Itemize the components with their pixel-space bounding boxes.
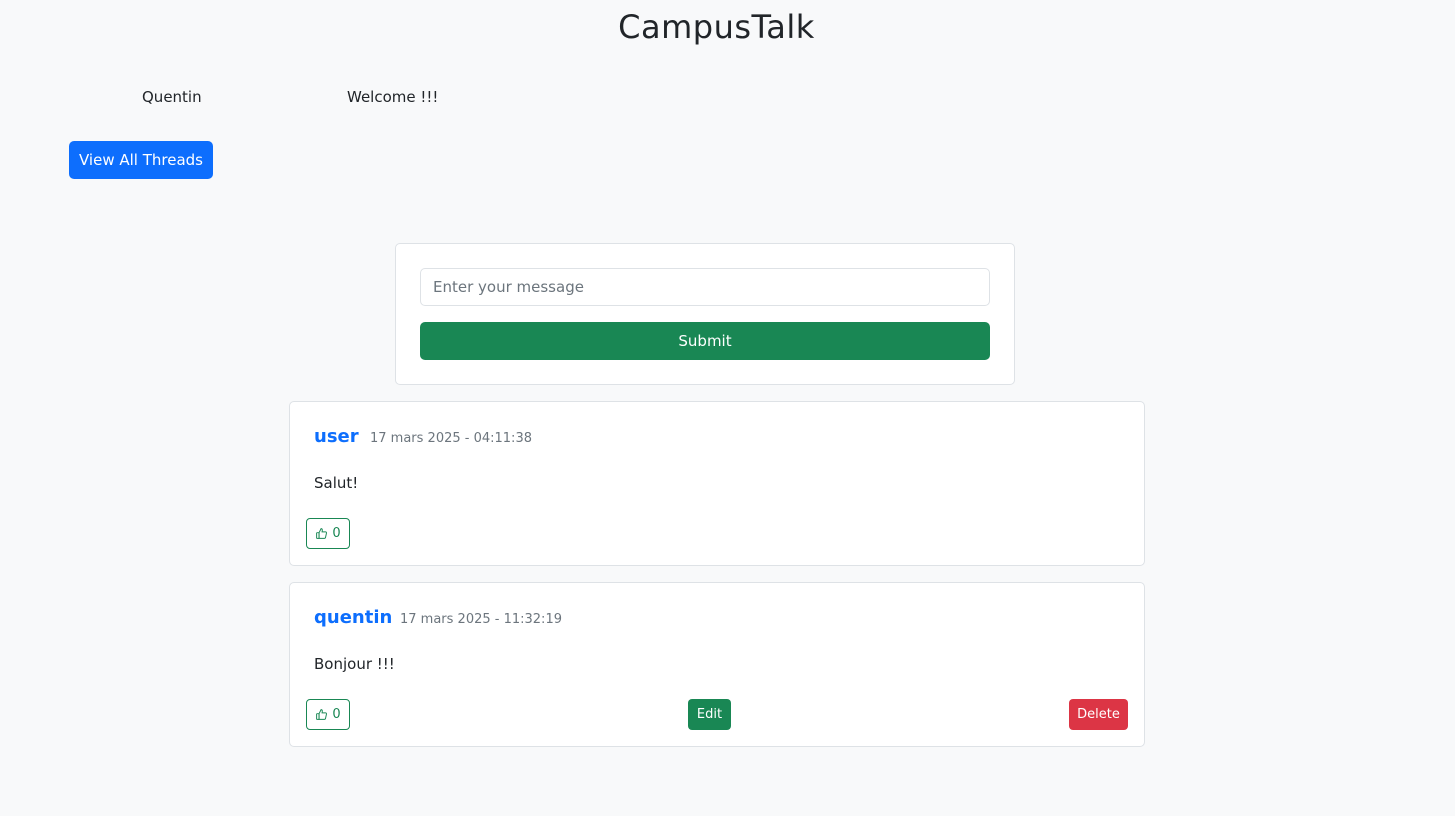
view-all-threads-button[interactable]: View All Threads xyxy=(69,141,213,179)
edit-button[interactable]: Edit xyxy=(688,699,731,730)
post-card: user 17 mars 2025 - 04:11:38 Salut! 0 xyxy=(289,401,1145,566)
thumbs-up-icon xyxy=(316,528,328,539)
compose-card: Submit xyxy=(395,243,1015,385)
delete-button[interactable]: Delete xyxy=(1069,699,1128,730)
current-user-name: Quentin xyxy=(142,88,202,106)
submit-button[interactable]: Submit xyxy=(420,322,990,360)
post-author[interactable]: user xyxy=(314,426,359,447)
like-count: 0 xyxy=(332,707,341,722)
post-date: 17 mars 2025 - 11:32:19 xyxy=(400,612,562,627)
message-input[interactable] xyxy=(420,268,990,306)
post-text: Salut! xyxy=(314,474,359,492)
post-card: quentin 17 mars 2025 - 11:32:19 Bonjour … xyxy=(289,582,1145,747)
post-date: 17 mars 2025 - 04:11:38 xyxy=(370,431,532,446)
welcome-message: Welcome !!! xyxy=(347,88,439,106)
thumbs-up-icon xyxy=(316,709,328,720)
like-count: 0 xyxy=(332,526,341,541)
post-author[interactable]: quentin xyxy=(314,607,392,628)
like-button[interactable]: 0 xyxy=(306,699,350,730)
post-text: Bonjour !!! xyxy=(314,655,395,673)
app-title: CampusTalk xyxy=(618,8,815,46)
like-button[interactable]: 0 xyxy=(306,518,350,549)
